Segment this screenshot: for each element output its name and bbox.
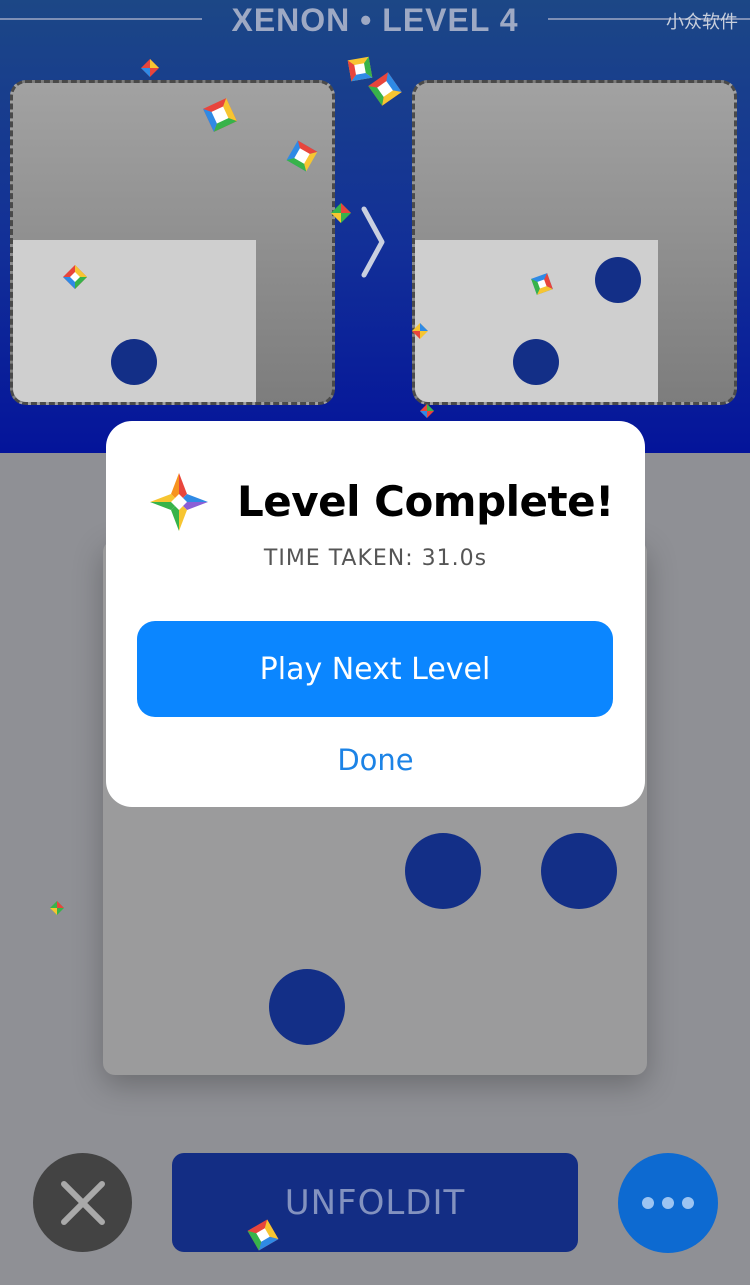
confetti-icon	[331, 203, 351, 223]
confetti-icon	[412, 323, 428, 339]
preview-target-sheet	[415, 240, 658, 402]
level-complete-dialog: Level Complete! TIME TAKEN: 31.0s Play N…	[106, 421, 645, 807]
more-options-button[interactable]	[618, 1153, 718, 1253]
ellipsis-icon	[642, 1197, 694, 1209]
four-color-star-logo-icon	[150, 473, 208, 531]
confetti-icon	[368, 72, 402, 106]
board-dot	[405, 833, 481, 909]
preview-folded-sheet	[13, 240, 256, 402]
time-taken: TIME TAKEN: 31.0s	[263, 546, 488, 571]
confetti-icon	[247, 1219, 279, 1251]
confetti-icon	[531, 273, 553, 295]
preview-dot	[595, 257, 641, 303]
play-next-level-button[interactable]: Play Next Level	[137, 621, 613, 717]
confetti-icon	[420, 404, 434, 418]
target-shape-preview	[412, 80, 737, 405]
preview-dot	[111, 339, 157, 385]
close-button[interactable]	[33, 1153, 132, 1252]
unfoldit-button[interactable]: UNFOLDIT	[172, 1153, 578, 1252]
level-title: XENON • LEVEL 4	[231, 2, 519, 38]
chevron-right-icon	[361, 206, 385, 278]
confetti-icon	[286, 140, 318, 172]
board-dot	[541, 833, 617, 909]
confetti-icon	[203, 98, 237, 132]
confetti-icon	[63, 265, 87, 289]
confetti-icon	[141, 59, 159, 77]
confetti-icon	[50, 901, 64, 915]
board-dot	[269, 969, 345, 1045]
current-shape-preview	[10, 80, 335, 405]
done-button[interactable]: Done	[106, 743, 645, 777]
watermark: 小众软件	[666, 12, 738, 33]
dialog-title: Level Complete!	[237, 477, 614, 526]
preview-dot	[513, 339, 559, 385]
close-x-icon	[60, 1180, 105, 1225]
